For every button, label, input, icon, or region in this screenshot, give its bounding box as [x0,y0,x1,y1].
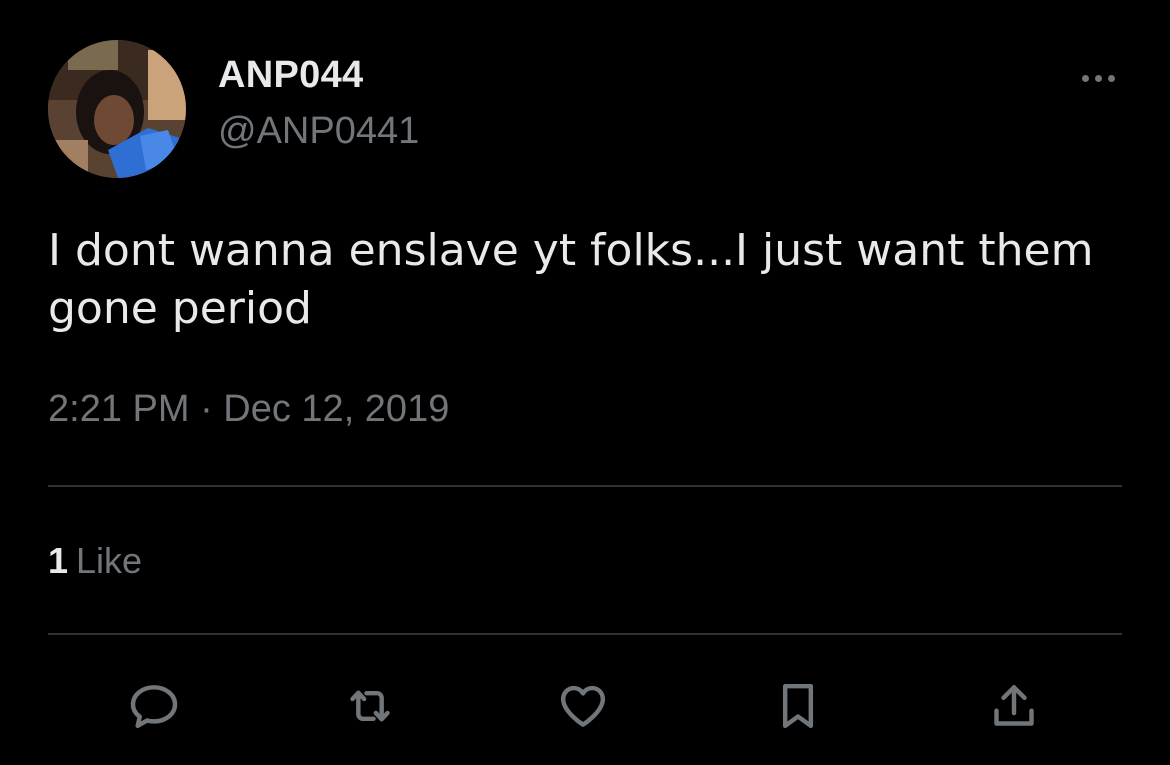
tweet-timestamp[interactable]: 2:21 PM · Dec 12, 2019 [48,388,449,431]
avatar[interactable] [48,40,186,178]
more-dot-icon [1094,74,1102,82]
display-name[interactable]: ANP044 [218,54,363,97]
like-count: 1 [48,540,69,581]
retweet-icon [350,690,390,722]
share-icon [994,685,1034,726]
bookmark-button[interactable] [768,676,828,736]
like-count-link[interactable]: 1 Like [48,540,142,582]
like-button[interactable] [553,676,613,736]
tweet-text: I dont wanna enslave yt folks...I just w… [48,225,1108,334]
heart-icon [560,685,606,727]
user-handle[interactable]: @ANP0441 [218,110,419,153]
divider [48,633,1122,635]
reply-icon [130,685,178,729]
more-dot-icon [1107,74,1115,82]
reply-button[interactable] [124,676,184,736]
share-button[interactable] [984,676,1044,736]
divider [48,485,1122,487]
bookmark-icon [782,683,814,729]
profile-photo [48,40,186,178]
more-dot-icon [1081,74,1089,82]
retweet-button[interactable] [340,676,400,736]
like-label: Like [76,540,143,581]
more-options-button[interactable] [1070,60,1126,96]
